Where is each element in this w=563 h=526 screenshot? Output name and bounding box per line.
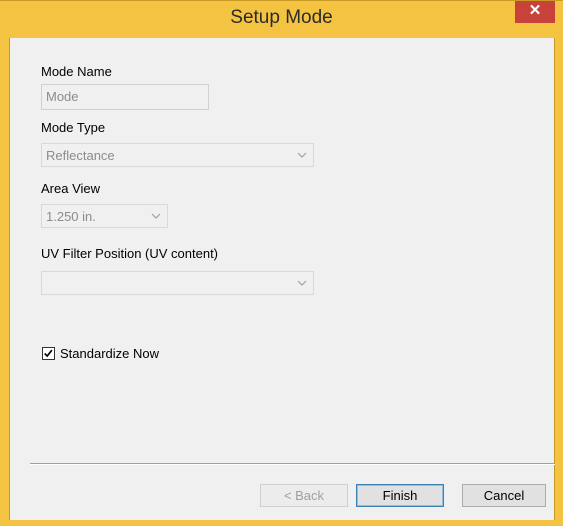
window-title: Setup Mode — [230, 7, 333, 28]
window-frame-left — [0, 38, 9, 526]
window-frame-right — [555, 38, 563, 526]
mode-type-dropdown[interactable]: Reflectance — [41, 143, 314, 167]
title-bar[interactable]: Setup Mode ✕ — [0, 0, 563, 38]
area-view-selected: 1.250 in. — [46, 209, 96, 224]
standardize-now-label[interactable]: Standardize Now — [60, 346, 159, 361]
area-view-label: Area View — [41, 181, 101, 196]
chevron-down-icon — [151, 213, 161, 219]
dialog-body: Mode Name Mode Mode Type Reflectance Are… — [9, 38, 555, 520]
chevron-down-icon — [297, 280, 307, 286]
uv-filter-label: UV Filter Position (UV content) — [41, 246, 219, 261]
cancel-button[interactable]: Cancel — [462, 484, 546, 507]
uv-filter-dropdown[interactable] — [41, 271, 314, 295]
chevron-down-icon — [297, 152, 307, 158]
setup-mode-dialog: Setup Mode ✕ Mode Name Mode Mode Type Re… — [0, 0, 563, 526]
area-view-dropdown[interactable]: 1.250 in. — [41, 204, 168, 228]
window-frame-bottom — [0, 520, 563, 526]
close-button[interactable]: ✕ — [515, 1, 555, 23]
mode-type-label: Mode Type — [41, 120, 106, 135]
checkmark-icon — [44, 349, 53, 358]
finish-button[interactable]: Finish — [356, 484, 444, 507]
back-button[interactable]: < Back — [260, 484, 348, 507]
footer-separator — [30, 463, 555, 465]
mode-name-label: Mode Name — [41, 64, 112, 79]
mode-type-selected: Reflectance — [46, 148, 115, 163]
close-icon: ✕ — [528, 2, 542, 19]
mode-name-field[interactable]: Mode — [41, 84, 209, 110]
standardize-now-checkbox[interactable] — [42, 347, 55, 360]
